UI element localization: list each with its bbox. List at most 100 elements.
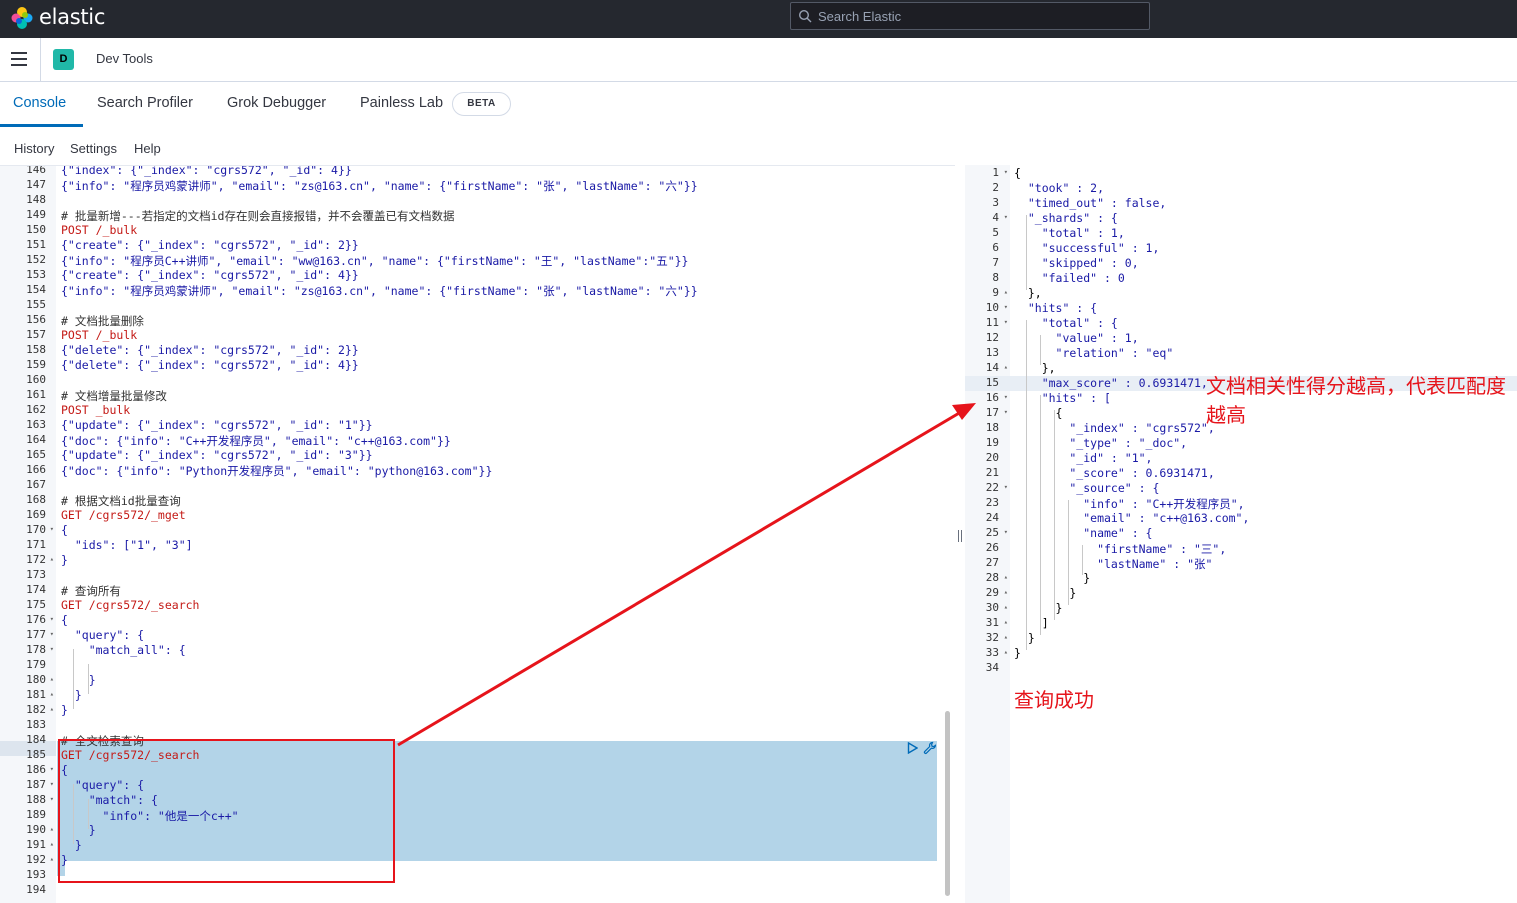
line-number-value: 188: [26, 793, 46, 806]
resize-handle-icon[interactable]: [957, 530, 963, 542]
fold-toggle-icon[interactable]: ▾: [1004, 303, 1008, 311]
line-number-value: 12: [985, 331, 999, 344]
code-line: {"info": "程序员鸡蒙讲师", "email": "zs@163.cn"…: [61, 179, 698, 193]
code-line: {"index": {"_index": "cgrs572", "_id": 4…: [61, 165, 352, 177]
line-number-value: 178: [26, 643, 46, 656]
code-line: "_index" : "cgrs572",: [1014, 421, 1215, 435]
fold-toggle-icon[interactable]: ▾: [1004, 318, 1008, 326]
line-number-value: 10: [985, 301, 999, 314]
code-line: "successful" : 1,: [1014, 241, 1160, 255]
code-line: ]: [1014, 616, 1049, 630]
menu-icon[interactable]: [11, 52, 27, 66]
fold-toggle-icon[interactable]: ▴: [1004, 648, 1008, 656]
editor-scrollbar[interactable]: [945, 711, 950, 896]
line-number-value: 180: [26, 673, 46, 686]
global-header: elastic: [0, 0, 1517, 38]
line-number-value: 28: [985, 571, 999, 584]
fold-toggle-icon[interactable]: ▴: [50, 705, 54, 713]
code-line: "total" : 1,: [1014, 226, 1125, 240]
line-number-value: 149: [26, 208, 46, 221]
fold-toggle-icon[interactable]: ▴: [50, 555, 54, 563]
code-line: "query": {: [61, 628, 145, 642]
code-line: {"delete": {"_index": "cgrs572", "_id": …: [61, 358, 359, 372]
line-number-value: 150: [26, 223, 46, 236]
fold-toggle-icon[interactable]: ▾: [50, 765, 54, 773]
fold-toggle-icon[interactable]: ▾: [50, 780, 54, 788]
line-number-value: 31: [985, 616, 999, 629]
line-number-value: 157: [26, 328, 46, 341]
line-number-value: 170: [26, 523, 46, 536]
code-line: "total" : {: [1014, 316, 1118, 330]
elastic-logo-icon[interactable]: [10, 6, 34, 30]
fold-toggle-icon[interactable]: ▴: [1004, 618, 1008, 626]
line-number-value: 30: [985, 601, 999, 614]
line-number-value: 9: [992, 286, 999, 299]
code-line: "name" : {: [1014, 526, 1153, 540]
code-line: "took" : 2,: [1014, 181, 1105, 195]
line-number-value: 26: [985, 541, 999, 554]
code-line: {"create": {"_index": "cgrs572", "_id": …: [61, 268, 359, 282]
line-number-value: 1: [992, 166, 999, 179]
fold-toggle-icon[interactable]: ▾: [50, 630, 54, 638]
code-line: }: [1014, 646, 1021, 660]
code-line: # 批量新增---若指定的文档id存在则会直接报错，并不会覆盖已有文档数据: [61, 209, 455, 223]
fold-toggle-icon[interactable]: ▾: [1004, 213, 1008, 221]
line-number-value: 171: [26, 538, 46, 551]
tab-painless-lab[interactable]: Painless Lab: [360, 95, 443, 111]
tab-console[interactable]: Console: [13, 95, 66, 111]
settings-link[interactable]: Settings: [70, 141, 117, 156]
fold-toggle-icon[interactable]: ▴: [1004, 633, 1008, 641]
line-number-value: 22: [985, 481, 999, 494]
line-number-value: 34: [985, 661, 999, 674]
code-line: "max_score" : 0.6931471,: [1014, 376, 1208, 390]
tab-grok-debugger[interactable]: Grok Debugger: [227, 95, 326, 111]
code-line: }: [61, 673, 96, 687]
line-number-value: 154: [26, 283, 46, 296]
fold-toggle-icon[interactable]: ▾: [50, 525, 54, 533]
fold-toggle-icon[interactable]: ▴: [1004, 288, 1008, 296]
fold-toggle-icon[interactable]: ▴: [50, 825, 54, 833]
fold-toggle-icon[interactable]: ▾: [50, 645, 54, 653]
fold-toggle-icon[interactable]: ▴: [1004, 588, 1008, 596]
search-input[interactable]: [818, 6, 1138, 26]
help-link[interactable]: Help: [134, 141, 161, 156]
code-line: {"update": {"_index": "cgrs572", "_id": …: [61, 448, 373, 462]
fold-toggle-icon[interactable]: ▴: [1004, 573, 1008, 581]
history-link[interactable]: History: [14, 141, 54, 156]
fold-toggle-icon[interactable]: ▴: [50, 690, 54, 698]
fold-toggle-icon[interactable]: ▴: [1004, 603, 1008, 611]
space-avatar[interactable]: D: [53, 49, 74, 70]
line-number-value: 164: [26, 433, 46, 446]
line-number-value: 187: [26, 778, 46, 791]
code-line: }: [1014, 586, 1077, 600]
line-number-value: 147: [26, 178, 46, 191]
response-panel[interactable]: 1 ▾ {2 "took" : 2, 3 "timed_out" : false, 4 ▾…: [965, 165, 1517, 903]
play-icon[interactable]: [907, 742, 918, 754]
fold-toggle-icon[interactable]: ▴: [50, 855, 54, 863]
header-divider: [40, 38, 41, 82]
tab-search-profiler[interactable]: Search Profiler: [97, 95, 193, 111]
breadcrumb-dev-tools[interactable]: Dev Tools: [96, 51, 153, 66]
fold-toggle-icon[interactable]: ▾: [1004, 528, 1008, 536]
indent-guide: [1054, 410, 1055, 620]
fold-toggle-icon[interactable]: ▴: [50, 840, 54, 848]
line-number-value: 162: [26, 403, 46, 416]
line-number-value: 33: [985, 646, 999, 659]
fold-toggle-icon[interactable]: ▴: [1004, 363, 1008, 371]
fold-toggle-icon[interactable]: ▾: [1004, 393, 1008, 401]
fold-toggle-icon[interactable]: ▾: [50, 615, 54, 623]
fold-toggle-icon[interactable]: ▴: [50, 675, 54, 683]
line-number-value: 6: [992, 241, 999, 254]
wrench-icon[interactable]: [923, 741, 937, 755]
fold-toggle-icon[interactable]: ▾: [1004, 483, 1008, 491]
indent-guide: [1068, 500, 1069, 605]
global-search[interactable]: [790, 2, 1150, 30]
line-number-value: 151: [26, 238, 46, 251]
fold-toggle-icon[interactable]: ▾: [50, 795, 54, 803]
line-number-value: 161: [26, 388, 46, 401]
fold-toggle-icon[interactable]: ▾: [1004, 168, 1008, 176]
fold-toggle-icon[interactable]: ▾: [1004, 408, 1008, 416]
annotation-highlight-box: [58, 739, 395, 883]
code-line: # 根据文档id批量查询: [61, 494, 181, 508]
